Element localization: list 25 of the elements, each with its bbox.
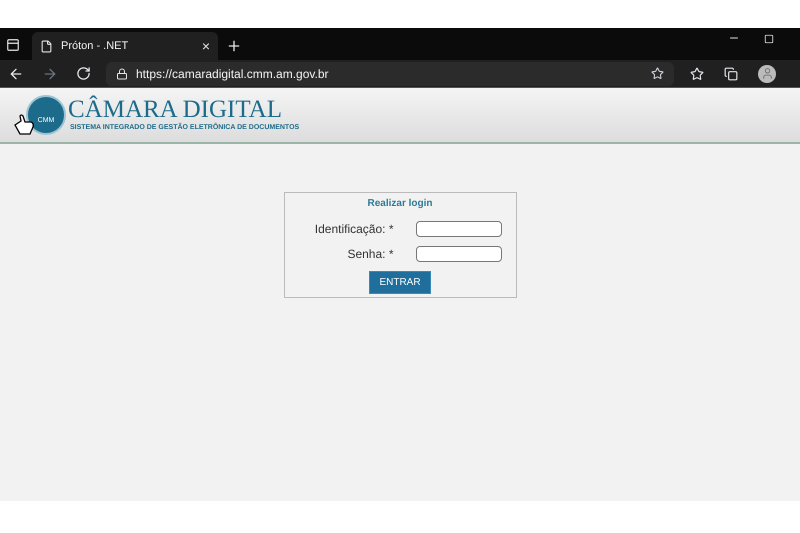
field-label: Senha: *	[346, 246, 394, 263]
profile-icon[interactable]	[758, 64, 776, 82]
back-icon[interactable]	[8, 66, 24, 82]
field-label: Identificação: *	[314, 221, 394, 238]
login-button[interactable]: ENTRAR	[369, 271, 431, 294]
collections-icon[interactable]	[724, 66, 738, 80]
tab-actions-icon[interactable]	[6, 38, 20, 52]
tab-close[interactable]: ×	[202, 39, 210, 53]
browser-tab[interactable]: Próton - .NET ×	[32, 32, 218, 60]
new-tab-icon[interactable]	[226, 38, 242, 54]
tab-title: Próton - .NET	[61, 38, 130, 54]
favorite-icon[interactable]	[651, 67, 664, 80]
favorites-icon[interactable]	[690, 66, 704, 80]
site-title: CÂMARA DIGITAL	[68, 96, 283, 123]
login-title: Realizar login	[367, 197, 432, 211]
input-field[interactable]	[416, 221, 502, 237]
url-text: https://camaradigital.cmm.am.gov.br	[136, 66, 330, 82]
forward-icon[interactable]	[42, 66, 58, 82]
lock-icon	[116, 68, 128, 80]
hand-pointer-icon	[12, 113, 36, 137]
maximize-icon[interactable]	[764, 34, 774, 44]
address-bar[interactable]: https://camaradigital.cmm.am.gov.br	[106, 62, 674, 86]
input-field[interactable]	[416, 246, 502, 262]
reload-icon[interactable]	[76, 66, 91, 81]
page-icon	[40, 40, 53, 52]
